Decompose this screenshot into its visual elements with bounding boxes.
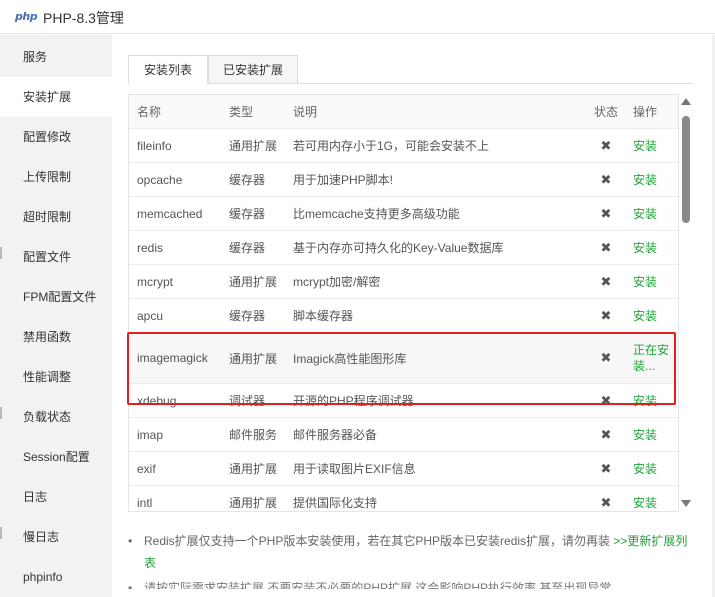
install-button[interactable]: 安装	[633, 427, 657, 443]
extension-name: exif	[137, 461, 156, 476]
window-title: PHP-8.3管理	[43, 10, 124, 26]
sidebar-item-log[interactable]: 日志	[0, 477, 112, 517]
header-status: 状态	[593, 105, 618, 119]
install-button[interactable]: 安装	[633, 206, 657, 222]
extension-type: 通用扩展	[229, 139, 278, 153]
header-name: 名称	[137, 105, 162, 119]
table-scrollbar[interactable]	[679, 94, 693, 512]
sidebar-item-slow-log[interactable]: 慢日志	[0, 517, 112, 557]
status-x-icon: ✖	[600, 171, 612, 187]
extension-name: mcrypt	[137, 274, 173, 289]
sidebar-item-performance[interactable]: 性能调整	[0, 357, 112, 397]
extension-desc: mcrypt加密/解密	[293, 275, 381, 289]
extension-type: 缓存器	[229, 207, 266, 221]
extension-name: apcu	[137, 308, 164, 323]
highlight-box	[127, 332, 676, 405]
extension-name: redis	[137, 240, 164, 255]
extension-name: intl	[137, 495, 153, 510]
tab-install-list[interactable]: 安装列表	[128, 55, 208, 84]
status-x-icon: ✖	[600, 494, 612, 510]
bullet-icon: •	[128, 581, 133, 589]
scroll-up-arrow-icon[interactable]	[681, 98, 691, 105]
install-button[interactable]: 安装	[633, 138, 657, 154]
sidebar-item-load-status[interactable]: 负载状态	[0, 397, 112, 437]
extension-type: 通用扩展	[229, 275, 278, 289]
table-row: intl 通用扩展 提供国际化支持 ✖ 安装	[129, 486, 678, 511]
extension-desc: 用于加速PHP脚本!	[293, 173, 394, 187]
extension-desc: 若可用内存小于1G，可能会安装不上	[293, 139, 490, 153]
sidebar-item-upload-limit[interactable]: 上传限制	[0, 157, 112, 197]
install-button[interactable]: 安装	[633, 461, 657, 477]
extension-name: memcached	[137, 206, 203, 221]
extension-type: 缓存器	[229, 241, 266, 255]
table-row: opcache 缓存器 用于加速PHP脚本! ✖ 安装	[129, 163, 678, 197]
status-x-icon: ✖	[600, 137, 612, 153]
tab-installed-extensions[interactable]: 已安装扩展	[208, 55, 298, 84]
header-desc: 说明	[293, 105, 318, 119]
status-x-icon: ✖	[600, 205, 612, 221]
install-button[interactable]: 安装	[633, 274, 657, 290]
table-row: fileinfo 通用扩展 若可用内存小于1G，可能会安装不上 ✖ 安装	[129, 129, 678, 163]
install-button[interactable]: 安装	[633, 240, 657, 256]
table-row: mcrypt 通用扩展 mcrypt加密/解密 ✖ 安装	[129, 265, 678, 299]
status-x-icon: ✖	[600, 239, 612, 255]
extension-name: fileinfo	[137, 138, 172, 153]
install-button[interactable]: 安装	[633, 308, 657, 324]
extension-desc: 基于内存亦可持久化的Key-Value数据库	[293, 241, 504, 255]
extension-type: 邮件服务	[229, 428, 278, 442]
sidebar-item-disabled-functions[interactable]: 禁用函数	[0, 317, 112, 357]
extension-desc: 用于读取图片EXIF信息	[293, 462, 416, 476]
extension-desc: 比memcache支持更多高级功能	[293, 207, 460, 221]
extension-table: 名称 类型 说明 状态 操作 fileinfo 通用扩展 若可用内存小于1G，可能会…	[128, 94, 679, 512]
note-install-advice-text: 请按实际需求安装扩展,不要安装不必要的PHP扩展,这会影响PHP执行效率,甚至出…	[144, 581, 612, 589]
sidebar-item-service[interactable]: 服务	[0, 37, 112, 77]
notes: • Redis扩展仅支持一个PHP版本安装使用，若在其它PHP版本已安装redi…	[128, 530, 693, 589]
extension-name: imap	[137, 427, 164, 442]
scroll-down-arrow-icon[interactable]	[681, 500, 691, 507]
scrollbar-thumb[interactable]	[682, 116, 690, 223]
table-row: apcu 缓存器 脚本缓存器 ✖ 安装	[129, 299, 678, 333]
extension-desc: 提供国际化支持	[293, 496, 378, 510]
sidebar-item-install-extension[interactable]: 安装扩展	[0, 77, 112, 117]
status-x-icon: ✖	[600, 460, 612, 476]
note-redis: • Redis扩展仅支持一个PHP版本安装使用，若在其它PHP版本已安装redi…	[128, 530, 693, 574]
table-row: memcached 缓存器 比memcache支持更多高级功能 ✖ 安装	[129, 197, 678, 231]
sidebar-item-fpm-config[interactable]: FPM配置文件	[0, 277, 112, 317]
window-edge-mark	[0, 247, 2, 259]
extension-type: 通用扩展	[229, 462, 278, 476]
sidebar-item-timeout-limit[interactable]: 超时限制	[0, 197, 112, 237]
php-logo-icon: php	[15, 10, 38, 23]
extension-desc: 邮件服务器必备	[293, 428, 378, 442]
note-redis-text: Redis扩展仅支持一个PHP版本安装使用，若在其它PHP版本已安装redis扩…	[144, 534, 611, 548]
table-row: imap 邮件服务 邮件服务器必备 ✖ 安装	[129, 418, 678, 452]
extension-type: 缓存器	[229, 309, 266, 323]
note-install-advice: • 请按实际需求安装扩展,不要安装不必要的PHP扩展,这会影响PHP执行效率,甚…	[128, 580, 693, 589]
title-bar: php PHP-8.3管理	[0, 0, 715, 34]
window-edge-mark	[0, 407, 2, 419]
sidebar-item-phpinfo[interactable]: phpinfo	[0, 557, 112, 597]
sidebar: 服务 安装扩展 配置修改 上传限制 超时限制 配置文件 FPM配置文件 禁用函数…	[0, 35, 112, 597]
status-x-icon: ✖	[600, 307, 612, 323]
status-x-icon: ✖	[600, 426, 612, 442]
extension-name: opcache	[137, 172, 183, 187]
extension-desc: 脚本缓存器	[293, 309, 354, 323]
sidebar-item-config-file[interactable]: 配置文件	[0, 237, 112, 277]
header-type: 类型	[229, 105, 254, 119]
extension-type: 缓存器	[229, 173, 266, 187]
sidebar-item-session-config[interactable]: Session配置	[0, 437, 112, 477]
sidebar-item-config-edit[interactable]: 配置修改	[0, 117, 112, 157]
install-button[interactable]: 安装	[633, 172, 657, 188]
extension-type: 通用扩展	[229, 496, 278, 510]
window-edge-mark	[0, 527, 2, 539]
table-row: redis 缓存器 基于内存亦可持久化的Key-Value数据库 ✖ 安装	[129, 231, 678, 265]
table-row: exif 通用扩展 用于读取图片EXIF信息 ✖ 安装	[129, 452, 678, 486]
install-button[interactable]: 安装	[633, 495, 657, 511]
header-op: 操作	[633, 105, 658, 119]
table-header: 名称 类型 说明 状态 操作	[129, 95, 678, 129]
status-x-icon: ✖	[600, 273, 612, 289]
bullet-icon: •	[128, 534, 133, 548]
